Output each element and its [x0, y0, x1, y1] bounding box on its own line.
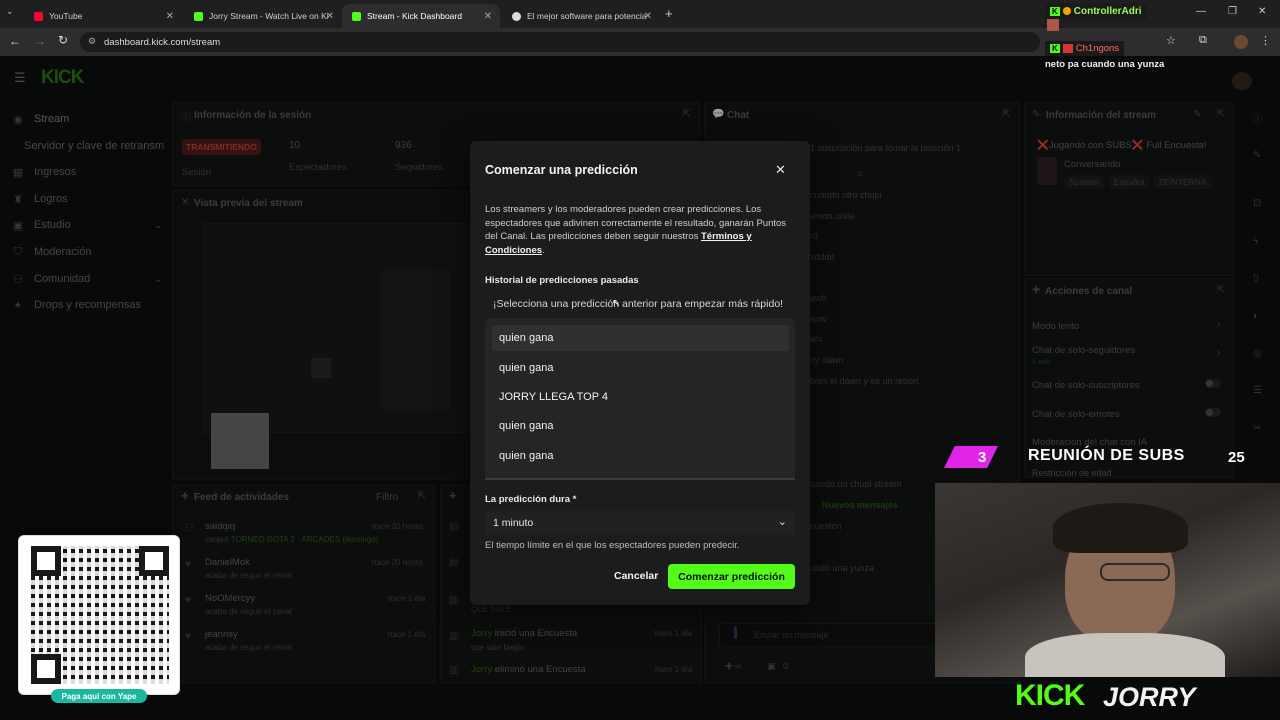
overlay-avatar: [1047, 19, 1059, 31]
history-option[interactable]: JORRY LLEGA TOP 4: [492, 384, 789, 410]
new-tab-icon[interactable]: +: [665, 6, 673, 21]
reload-icon[interactable]: ↻: [58, 33, 68, 47]
history-select[interactable]: ¡Selecciona una predicción anterior para…: [485, 292, 795, 316]
tab-software[interactable]: El mejor software para potencia ✕: [502, 4, 660, 28]
back-icon[interactable]: ←: [9, 34, 21, 48]
web-favicon-icon: [512, 11, 521, 21]
tab-title: Jorry Stream - Watch Live on Ki: [209, 11, 329, 21]
streamer-brand-name: JORRY: [1103, 682, 1196, 712]
tab-title: El mejor software para potencia: [527, 11, 647, 21]
streamer-hair: [1053, 503, 1188, 553]
kick-favicon-icon: [352, 11, 361, 21]
address-bar[interactable]: ⚙ dashboard.kick.com/stream: [80, 32, 1040, 52]
qr-finder: [31, 546, 61, 576]
kick-badge-icon: K: [1050, 44, 1060, 53]
qr-finder: [139, 546, 169, 576]
close-tab-icon[interactable]: ✕: [326, 11, 334, 22]
url-text: dashboard.kick.com/stream: [104, 36, 221, 48]
streamer-glasses: [1100, 563, 1170, 581]
terms-suffix: .: [542, 244, 545, 256]
duration-label: La predicción dura *: [485, 494, 577, 505]
kick-favicon-icon: [194, 11, 203, 21]
overlay-chat-user: K Ch1ngons: [1045, 41, 1125, 56]
yape-qr-card: [18, 535, 180, 695]
cancel-button[interactable]: Cancelar: [614, 570, 658, 582]
overlay-chat-message: neto pa cuando una yunza: [1045, 59, 1165, 70]
close-window-icon[interactable]: ✕: [1258, 6, 1266, 17]
close-modal-icon[interactable]: ✕: [775, 162, 786, 178]
history-label: Historial de predicciones pasadas: [485, 275, 639, 286]
close-tab-icon[interactable]: ✕: [484, 11, 492, 22]
overlay-username: ControllerAdri: [1073, 5, 1142, 17]
duration-value: 1 minuto: [493, 517, 534, 529]
history-option[interactable]: quien gana: [492, 443, 789, 469]
modal-description: Los streamers y los moderadores pueden c…: [485, 203, 795, 257]
subs-current-count: 3: [978, 449, 987, 466]
overlay-chat-username: Ch1ngons: [1075, 43, 1120, 54]
webcam-feed: [935, 483, 1280, 677]
sub-badge-icon: [1062, 7, 1071, 15]
tab-title: Stream - Kick Dashboard: [367, 11, 462, 21]
subs-goal-title: REUNIÓN DE SUBS: [1028, 447, 1185, 464]
start-prediction-button[interactable]: Comenzar predicción: [668, 564, 795, 589]
tab-title: YouTube: [49, 11, 83, 21]
extensions-icon[interactable]: ⧉: [1199, 34, 1207, 47]
forward-icon[interactable]: →: [34, 34, 46, 48]
close-tab-icon[interactable]: ✕: [644, 11, 652, 22]
history-option[interactable]: quien gana: [492, 355, 789, 381]
yape-caption: Paga aquí con Yape: [51, 689, 147, 703]
dropdown-bottom-border: [485, 478, 795, 480]
maximize-icon[interactable]: ❐: [1228, 6, 1237, 17]
modal-title: Comenzar una predicción: [485, 163, 638, 177]
tab-kick-dashboard[interactable]: Stream - Kick Dashboard ✕: [342, 4, 500, 28]
qr-code: [31, 546, 169, 684]
menu-kebab-icon[interactable]: ⋮: [1260, 34, 1271, 47]
close-tab-icon[interactable]: ✕: [166, 11, 174, 22]
history-placeholder: ¡Selecciona una predicción anterior para…: [493, 298, 784, 310]
duration-select[interactable]: 1 minuto ⌄: [485, 511, 795, 535]
mouse-cursor-icon: ↖: [612, 298, 621, 309]
history-option[interactable]: quien gana: [492, 325, 789, 351]
kick-brand-logo: KICK: [1015, 679, 1085, 712]
history-option[interactable]: quien gana: [492, 413, 789, 439]
kick-badge-icon: K: [1050, 6, 1060, 16]
qr-finder: [31, 654, 61, 684]
site-info-icon[interactable]: ⚙: [88, 36, 96, 47]
streamer-shirt: [1025, 633, 1225, 677]
chevron-down-icon: ⌄: [777, 516, 787, 528]
profile-avatar[interactable]: [1234, 35, 1248, 49]
duration-help: El tiempo límite en el que los espectado…: [485, 540, 740, 551]
tab-youtube[interactable]: YouTube ✕: [24, 4, 182, 28]
tab-search-icon[interactable]: ⌄: [6, 6, 20, 20]
minimize-icon[interactable]: —: [1196, 6, 1206, 17]
gift-badge-icon: [1062, 44, 1073, 53]
youtube-favicon-icon: [34, 11, 43, 21]
bookmark-star-icon[interactable]: ☆: [1166, 34, 1176, 47]
tab-jorry-stream[interactable]: Jorry Stream - Watch Live on Ki ✕: [184, 4, 342, 28]
subs-goal-target: 25: [1228, 449, 1245, 466]
overlay-top-user: K ControllerAdri: [1045, 3, 1147, 19]
